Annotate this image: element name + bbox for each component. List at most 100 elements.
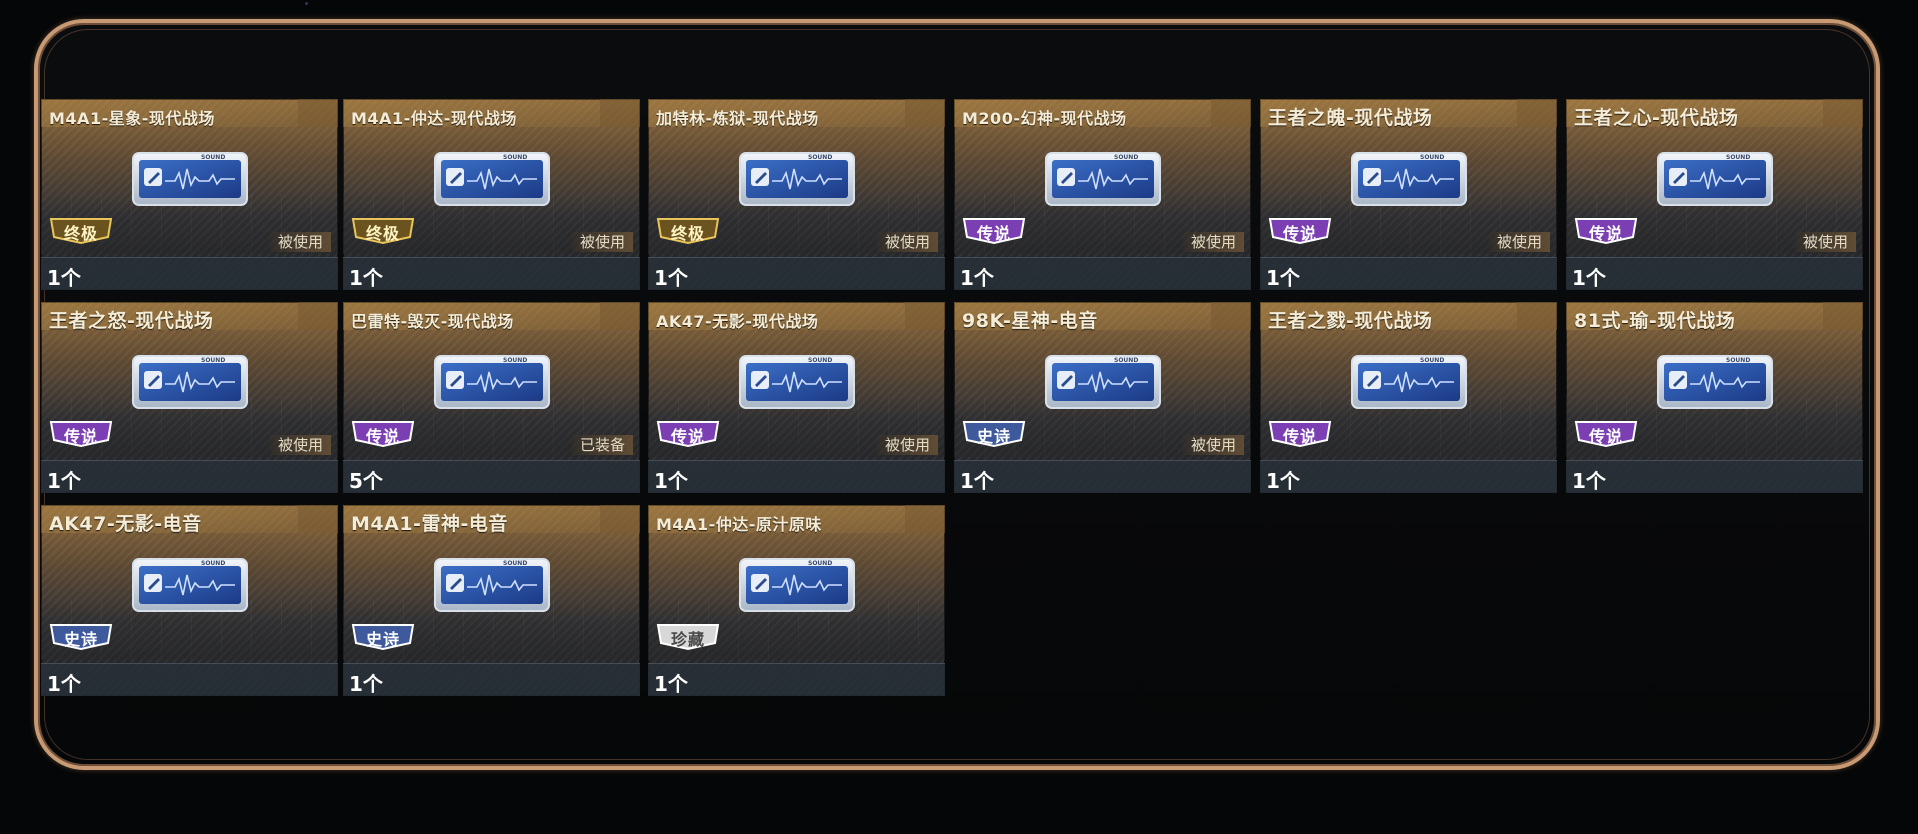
item-grid: M4A1-星象-现代战场 SOUND 终极 被使用 1个 M4A1-仲达-现代战场 SOUN…	[41, 99, 1877, 699]
item-card[interactable]: M4A1-仲达-原汁原味 SOUND 珍藏 1个	[648, 505, 945, 696]
rarity-badge: 传说	[1573, 420, 1639, 448]
sound-card-icon: SOUND	[1044, 151, 1162, 207]
usage-status: 被使用	[1182, 435, 1244, 455]
sound-card-icon: SOUND	[1350, 151, 1468, 207]
rarity-badge: 终极	[350, 217, 416, 245]
sound-card-icon: SOUND	[738, 354, 856, 410]
rarity-label: 传说	[1588, 224, 1623, 243]
svg-text:SOUND: SOUND	[808, 560, 832, 567]
count-bar: 1个	[1566, 257, 1863, 290]
svg-text:SOUND: SOUND	[1726, 357, 1750, 364]
rarity-badge: 传说	[1267, 217, 1333, 245]
rarity-badge: 传说	[1267, 420, 1333, 448]
count-bar: 1个	[343, 663, 640, 696]
item-name: M4A1-星象-现代战场	[49, 109, 215, 128]
item-card[interactable]: M4A1-雷神-电音 SOUND 史诗 1个	[343, 505, 640, 696]
rarity-badge: 终极	[48, 217, 114, 245]
svg-text:SOUND: SOUND	[503, 154, 527, 161]
item-card[interactable]: 王者之魄-现代战场 SOUND 传说 被使用 1个	[1260, 99, 1557, 290]
item-card[interactable]: 81式-瑜-现代战场 SOUND 传说 1个	[1566, 302, 1863, 493]
svg-text:SOUND: SOUND	[201, 560, 225, 567]
rarity-badge: 史诗	[350, 623, 416, 651]
item-card[interactable]: AK47-无影-现代战场 SOUND 传说 被使用 1个	[648, 302, 945, 493]
count-bar: 5个	[343, 460, 640, 493]
count-bar: 1个	[954, 257, 1251, 290]
item-count: 1个	[654, 469, 688, 493]
item-count: 1个	[654, 672, 688, 696]
usage-status: 被使用	[269, 232, 331, 252]
count-bar: 1个	[1260, 257, 1557, 290]
item-card[interactable]: 加特林-炼狱-现代战场 SOUND 终极 被使用 1个	[648, 99, 945, 290]
card-corner	[905, 99, 945, 127]
item-name: AK47-无影-现代战场	[656, 312, 819, 331]
rarity-label: 传说	[365, 427, 400, 446]
svg-text:SOUND: SOUND	[808, 357, 832, 364]
svg-text:SOUND: SOUND	[503, 357, 527, 364]
item-card[interactable]: 王者之怒-现代战场 SOUND 传说 被使用 1个	[41, 302, 338, 493]
item-count: 1个	[47, 672, 81, 696]
usage-status: 被使用	[876, 435, 938, 455]
item-card[interactable]: 王者之心-现代战场 SOUND 传说 被使用 1个	[1566, 99, 1863, 290]
item-name: M4A1-仲达-原汁原味	[656, 515, 822, 534]
sound-card-icon: SOUND	[1656, 151, 1774, 207]
rarity-label: 传说	[63, 427, 98, 446]
item-card[interactable]: M4A1-星象-现代战场 SOUND 终极 被使用 1个	[41, 99, 338, 290]
item-name: M4A1-仲达-现代战场	[351, 109, 517, 128]
rarity-label: 史诗	[63, 630, 98, 649]
card-corner	[600, 505, 640, 533]
rarity-badge: 传说	[1573, 217, 1639, 245]
sound-card-icon: SOUND	[1350, 354, 1468, 410]
item-card[interactable]: 98K-星神-电音 SOUND 史诗 被使用 1个	[954, 302, 1251, 493]
item-count: 1个	[1266, 266, 1300, 290]
count-bar: 1个	[648, 257, 945, 290]
item-count: 5个	[349, 469, 383, 493]
svg-text:SOUND: SOUND	[1114, 357, 1138, 364]
item-count: 1个	[1572, 469, 1606, 493]
rarity-badge: 传说	[48, 420, 114, 448]
rarity-badge: 传说	[655, 420, 721, 448]
sound-card-icon: SOUND	[131, 354, 249, 410]
sound-card-icon: SOUND	[1044, 354, 1162, 410]
card-corner	[298, 302, 338, 330]
rarity-label: 传说	[670, 427, 705, 446]
sound-card-icon: SOUND	[738, 557, 856, 613]
item-card[interactable]: M4A1-仲达-现代战场 SOUND 终极 被使用 1个	[343, 99, 640, 290]
card-corner	[298, 99, 338, 127]
item-card[interactable]: AK47-无影-电音 SOUND 史诗 1个	[41, 505, 338, 696]
item-card[interactable]: 王者之戮-现代战场 SOUND 传说 1个	[1260, 302, 1557, 493]
rarity-badge: 史诗	[961, 420, 1027, 448]
count-bar: 1个	[41, 257, 338, 290]
sound-card-icon: SOUND	[738, 151, 856, 207]
rarity-label: 终极	[63, 224, 98, 243]
rarity-label: 史诗	[976, 427, 1011, 446]
background-speck	[305, 2, 308, 5]
sound-card-icon: SOUND	[131, 557, 249, 613]
rarity-label: 传说	[1282, 224, 1317, 243]
item-card[interactable]: 巴雷特-毁灭-现代战场 SOUND 传说 已装备 5个	[343, 302, 640, 493]
sound-card-icon: SOUND	[433, 557, 551, 613]
card-corner	[1517, 302, 1557, 330]
item-count: 1个	[349, 266, 383, 290]
svg-text:SOUND: SOUND	[808, 154, 832, 161]
svg-text:SOUND: SOUND	[1114, 154, 1138, 161]
sound-card-icon: SOUND	[433, 354, 551, 410]
rarity-label: 珍藏	[670, 630, 705, 649]
card-corner	[905, 302, 945, 330]
item-count: 1个	[1572, 266, 1606, 290]
rarity-badge: 史诗	[48, 623, 114, 651]
count-bar: 1个	[41, 663, 338, 696]
item-count: 1个	[1266, 469, 1300, 493]
item-count: 1个	[960, 266, 994, 290]
item-name: 王者之怒-现代战场	[49, 310, 214, 332]
item-card[interactable]: M200-幻神-现代战场 SOUND 传说 被使用 1个	[954, 99, 1251, 290]
item-name: 加特林-炼狱-现代战场	[656, 109, 819, 128]
rarity-label: 史诗	[365, 630, 400, 649]
usage-status: 被使用	[876, 232, 938, 252]
item-name: 81式-瑜-现代战场	[1574, 310, 1736, 332]
svg-text:SOUND: SOUND	[1726, 154, 1750, 161]
rarity-label: 传说	[976, 224, 1011, 243]
rarity-badge: 珍藏	[655, 623, 721, 651]
usage-status: 被使用	[571, 232, 633, 252]
svg-text:SOUND: SOUND	[201, 154, 225, 161]
rarity-badge: 传说	[961, 217, 1027, 245]
